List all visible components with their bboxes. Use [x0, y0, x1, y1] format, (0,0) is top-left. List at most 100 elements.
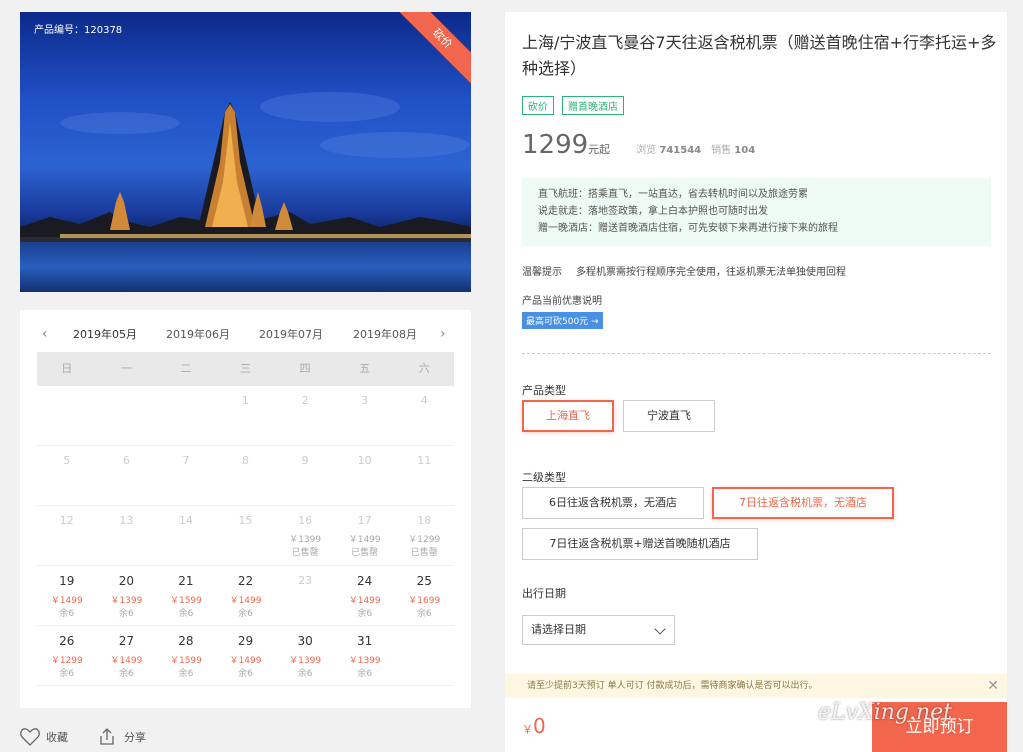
weekday: 三 — [240, 362, 252, 375]
calendar-day[interactable]: 19 ￥1499 余6 — [37, 566, 97, 625]
day-number: 15 — [238, 514, 253, 527]
option-6day-no-hotel[interactable]: 6日往返含税机票，无酒店 — [522, 487, 704, 519]
share-button[interactable]: 分享 — [98, 728, 146, 746]
day-stock: 余6 — [297, 669, 313, 679]
day-stock: 余6 — [357, 609, 373, 619]
views-count: 741544 — [659, 145, 702, 156]
booking-notice: 请至少提前3天预订 单人可订 付款成功后，需待商家确认是否可以出行。 ✕ — [505, 674, 1007, 698]
promo-badge[interactable]: 最高可砍500元 → — [522, 312, 603, 329]
calendar-day[interactable]: 22 ￥1499 余6 — [216, 566, 276, 625]
day-number: 28 — [178, 634, 194, 648]
calendar-day — [156, 386, 216, 445]
product-tags: 砍价 赠首晚酒店 — [522, 96, 624, 115]
option-shanghai-direct[interactable]: 上海直飞 — [522, 400, 614, 432]
calendar-day[interactable]: 28 ￥1599 余6 — [156, 626, 216, 685]
day-number: 6 — [122, 454, 130, 467]
calendar-day: 1 — [216, 386, 276, 445]
calendar-day[interactable]: 26 ￥1299 余6 — [37, 626, 97, 685]
calendar-day: 18 ￥1299 已售罄 — [394, 506, 454, 565]
calendar-day: 6 — [97, 446, 157, 505]
day-stock: 余6 — [59, 609, 75, 619]
calendar-day: 5 — [37, 446, 97, 505]
calendar-day[interactable]: 27 ￥1499 余6 — [97, 626, 157, 685]
day-price: ￥1599 — [169, 656, 202, 666]
next-month-icon[interactable]: › — [440, 326, 446, 342]
calendar-day: 15 — [216, 506, 276, 565]
calendar-day: 9 — [275, 446, 335, 505]
notice-text: 请至少提前3天预订 单人可订 付款成功后，需待商家确认是否可以出行。 — [527, 681, 818, 691]
price-calendar: ‹ 2019年05月 2019年06月 2019年07月 2019年08月 › … — [20, 310, 471, 708]
product-image: 产品编号：120378 砍价 — [20, 12, 471, 292]
day-stock: 余6 — [119, 609, 134, 619]
calendar-day: 2 — [275, 386, 335, 445]
calendar-day[interactable]: 21 ￥1599 余6 — [156, 566, 216, 625]
day-price: ￥1299 — [408, 535, 441, 545]
river — [20, 242, 471, 292]
day-number: 1 — [242, 394, 250, 407]
calendar-day[interactable]: 25 ￥1699 余6 — [394, 566, 454, 625]
calendar-day: 12 — [37, 506, 97, 565]
day-price: ￥1599 — [169, 596, 202, 606]
weekday: 六 — [418, 362, 430, 375]
calendar-day[interactable]: 30 ￥1399 余6 — [275, 626, 335, 685]
close-icon[interactable]: ✕ — [987, 674, 999, 698]
tab-month-july[interactable]: 2019年07月 — [244, 326, 338, 342]
price-unit: 元起 — [588, 143, 611, 156]
day-number: 7 — [182, 454, 190, 467]
calendar-week: 5 6 7 8 9 10 11 — [37, 446, 454, 506]
calendar-day[interactable]: 24 ￥1499 余6 — [335, 566, 395, 625]
day-stock: 余6 — [178, 669, 194, 679]
day-number: 19 — [59, 574, 75, 588]
day-stock: 余6 — [238, 609, 253, 619]
favorite-label: 收藏 — [46, 731, 68, 744]
calendar-day: 14 — [156, 506, 216, 565]
day-number: 25 — [416, 574, 432, 588]
calendar-day[interactable]: 20 ￥1399 余6 — [97, 566, 157, 625]
weekday: 四 — [299, 362, 311, 375]
day-number: 16 — [298, 514, 313, 527]
views-label: 浏览 — [636, 145, 657, 156]
day-number: 21 — [178, 574, 194, 588]
day-number: 31 — [357, 634, 373, 648]
day-stock: 余6 — [59, 669, 75, 679]
tag-bargain: 砍价 — [522, 96, 554, 115]
day-number: 4 — [420, 394, 428, 407]
day-price: ￥1399 — [289, 535, 322, 545]
day-number: 24 — [357, 574, 373, 588]
travel-date-select[interactable]: 请选择日期 — [522, 615, 675, 645]
option-7day-no-hotel[interactable]: 7日往返含税机票，无酒店 — [712, 487, 894, 519]
calendar-day[interactable]: 31 ￥1399 余6 — [335, 626, 395, 685]
calendar-day: 16 ￥1399 已售罄 — [275, 506, 335, 565]
calendar-grid: 1 2 3 4 5 6 7 8 9 10 11 12 13 14 15 16 ￥1399 已售罄 17 ￥1499 已售… — [37, 386, 454, 686]
prev-month-icon[interactable]: ‹ — [42, 326, 48, 342]
day-number: 22 — [237, 574, 254, 588]
price-value: 1299 — [522, 130, 589, 160]
day-number: 14 — [178, 514, 193, 527]
option-ningbo-direct[interactable]: 宁波直飞 — [623, 400, 715, 432]
day-stock: 余6 — [357, 669, 373, 679]
day-stock: 已售罄 — [410, 548, 438, 558]
day-stock: 余6 — [238, 669, 253, 679]
day-number: 10 — [357, 454, 372, 467]
day-number: 8 — [242, 454, 250, 467]
month-tabs: ‹ 2019年05月 2019年06月 2019年07月 2019年08月 › — [20, 322, 471, 363]
day-number: 13 — [119, 514, 134, 527]
favorite-button[interactable]: 收藏 — [20, 728, 68, 746]
calendar-day: 13 — [97, 506, 157, 565]
calendar-day[interactable]: 29 ￥1499 余6 — [216, 626, 276, 685]
travel-date-label: 出行日期 — [522, 587, 566, 600]
date-placeholder: 请选择日期 — [531, 623, 586, 636]
option-7day-with-hotel[interactable]: 7日往返含税机票+赠送首晚随机酒店 — [522, 528, 758, 560]
tab-month-august[interactable]: 2019年08月 — [338, 326, 432, 342]
day-number: 29 — [237, 634, 254, 648]
day-price: ￥1499 — [229, 596, 262, 606]
day-price: ￥1699 — [408, 596, 441, 606]
product-type-label: 产品类型 — [522, 384, 566, 397]
day-price: ￥1299 — [50, 656, 83, 666]
day-price: ￥1399 — [348, 656, 381, 666]
tab-month-may[interactable]: 2019年05月 — [58, 326, 152, 342]
price-row: 1299 元起 浏览 741544 销售 104 — [522, 130, 765, 160]
tab-month-june[interactable]: 2019年06月 — [151, 326, 245, 342]
total-currency: ￥ — [522, 723, 533, 736]
day-price: ￥1499 — [50, 596, 83, 606]
